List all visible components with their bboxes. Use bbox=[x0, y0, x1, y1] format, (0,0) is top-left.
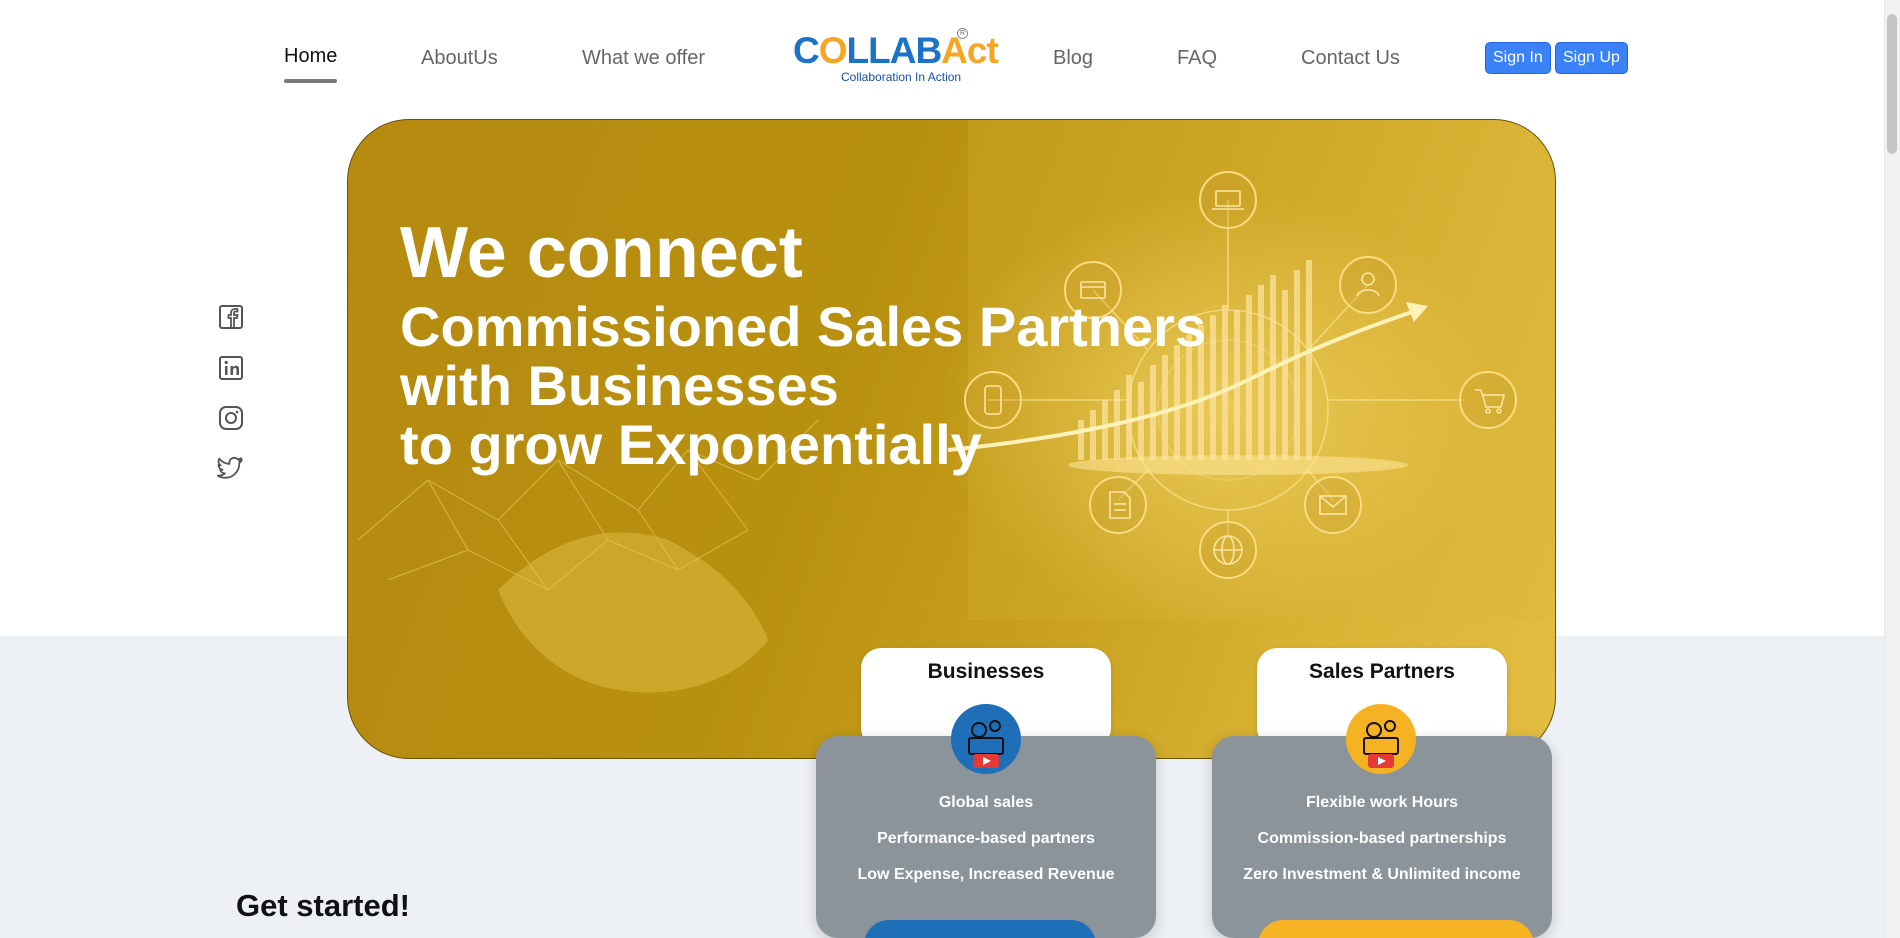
hero-subheading-line-3: to grow Exponentially bbox=[400, 413, 982, 476]
collabact-logo[interactable]: COLLABAct R Collaboration In Action bbox=[793, 28, 999, 86]
facebook-icon[interactable] bbox=[217, 303, 245, 331]
scrollbar-thumb[interactable] bbox=[1887, 14, 1897, 154]
sales-partners-cta-button[interactable] bbox=[1258, 920, 1534, 938]
sales-partners-title: Sales Partners bbox=[1309, 660, 1455, 683]
logo-tagline: Collaboration In Action bbox=[841, 70, 962, 84]
page-scrollbar[interactable] bbox=[1884, 0, 1900, 938]
businesses-item-1: Global sales bbox=[938, 794, 1034, 811]
nav-contact-us[interactable]: Contact Us bbox=[1301, 47, 1400, 70]
businesses-video-icon[interactable] bbox=[951, 704, 1021, 774]
sales-partners-video-icon[interactable] bbox=[1346, 704, 1416, 774]
sign-up-button[interactable]: Sign Up bbox=[1555, 42, 1628, 74]
businesses-title: Businesses bbox=[927, 660, 1045, 683]
twitter-icon[interactable] bbox=[216, 453, 245, 481]
sales-partners-item-2: Commission-based partnerships bbox=[1257, 830, 1507, 847]
nav-home[interactable]: Home bbox=[284, 45, 337, 68]
businesses-cta-button[interactable] bbox=[864, 920, 1096, 938]
top-nav: Home AboutUs What we offer COLLABAct R C… bbox=[0, 0, 1884, 110]
linkedin-icon[interactable] bbox=[217, 354, 245, 382]
hero-subheading-line-1: Commissioned Sales Partners bbox=[400, 295, 1207, 358]
sales-partners-item-3: Zero Investment & Unlimited income bbox=[1243, 866, 1521, 883]
registered-mark: R bbox=[957, 28, 968, 39]
nav-about[interactable]: AboutUs bbox=[421, 47, 498, 70]
sales-partners-item-1: Flexible work Hours bbox=[1305, 794, 1459, 811]
hero-heading: We connect bbox=[400, 213, 803, 293]
nav-blog[interactable]: Blog bbox=[1053, 47, 1093, 70]
hero-subheading-line-2: with Businesses bbox=[400, 354, 839, 417]
sign-in-button[interactable]: Sign In bbox=[1485, 42, 1551, 74]
businesses-item-3: Low Expense, Increased Revenue bbox=[857, 866, 1115, 883]
instagram-icon[interactable] bbox=[217, 404, 245, 432]
get-started-heading: Get started! bbox=[236, 888, 410, 923]
nav-faq[interactable]: FAQ bbox=[1177, 47, 1217, 70]
nav-active-underline bbox=[284, 79, 337, 83]
businesses-item-2: Performance-based partners bbox=[877, 830, 1095, 847]
nav-what-we-offer[interactable]: What we offer bbox=[582, 47, 705, 70]
